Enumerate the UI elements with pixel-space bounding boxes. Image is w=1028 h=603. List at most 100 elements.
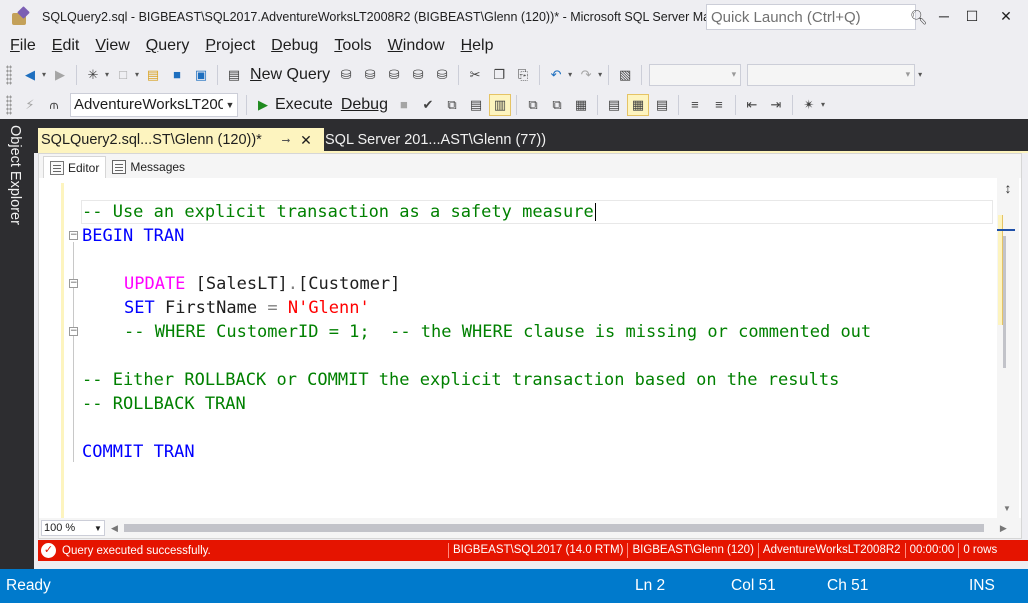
menu-edit[interactable]: Edit	[44, 34, 88, 58]
new-project-icon[interactable]: ✳	[82, 64, 104, 86]
menu-view[interactable]: View	[87, 34, 137, 58]
available-databases-dropdown[interactable]: AdventureWorksLT2008R2 ▼	[70, 92, 238, 117]
activity-monitor-icon[interactable]: ▧	[614, 64, 636, 86]
results-to-text-icon[interactable]: ▤	[603, 94, 625, 116]
toolbar-grip[interactable]	[6, 64, 12, 85]
results-to-grid-icon[interactable]: ▦	[626, 93, 649, 116]
menu-window[interactable]: Window	[380, 34, 453, 58]
query-options-icon[interactable]: ▤	[465, 94, 487, 116]
back-icon[interactable]: ◀	[19, 64, 41, 86]
undo-icon[interactable]: ↶	[545, 64, 567, 86]
cut-icon[interactable]: ✂	[464, 64, 486, 86]
solution-platform-dropdown[interactable]: ▾	[747, 63, 916, 86]
dmx-query-icon[interactable]: ⛁	[383, 64, 405, 86]
cancel-query-icon[interactable]: ■	[393, 94, 415, 116]
quick-launch-box[interactable]: 🔍︎	[706, 4, 928, 30]
connect-icon[interactable]: ⚡	[19, 94, 41, 116]
copy-icon[interactable]: ❐	[488, 64, 510, 86]
debug-button[interactable]: Debug	[341, 96, 388, 114]
toolbar-separator	[458, 64, 460, 85]
new-query-button[interactable]: New Query	[250, 66, 330, 84]
menu-debug[interactable]: Debug	[263, 34, 326, 58]
db-engine-query-icon[interactable]: ⛁	[335, 64, 357, 86]
add-item-icon[interactable]: □	[112, 64, 134, 86]
editor-icon	[50, 160, 64, 175]
toolbar-separator	[677, 94, 679, 115]
mdx-query-icon[interactable]: ⛁	[359, 64, 381, 86]
scroll-down-icon[interactable]: ▼	[1003, 504, 1011, 513]
redo-icon[interactable]: ↷	[575, 64, 597, 86]
new-query-icon[interactable]: ▤	[223, 64, 245, 86]
collapse-icon[interactable]: −	[69, 327, 78, 336]
maximize-button[interactable]: ☐	[954, 4, 990, 28]
comment-out-icon[interactable]: ≡	[684, 94, 706, 116]
include-actual-plan-icon[interactable]: ⧉	[522, 94, 544, 116]
tab-editor[interactable]: Editor	[43, 156, 107, 178]
collapse-icon[interactable]: −	[69, 279, 78, 288]
tab-messages[interactable]: Messages	[106, 156, 191, 178]
status-server: BIGBEAST\SQL2017 (14.0 RTM)	[448, 543, 627, 558]
split-window-icon[interactable]: ↕	[1001, 181, 1015, 195]
quick-launch-input[interactable]	[707, 5, 910, 29]
solution-config-dropdown[interactable]: ▾	[649, 63, 742, 86]
filter-icon[interactable]: ⫙	[43, 94, 65, 116]
menu-project[interactable]: Project	[197, 34, 263, 58]
client-statistics-icon[interactable]: ▦	[570, 94, 592, 116]
editor-subtabs: Editor Messages	[39, 154, 1021, 178]
back-dropdown-icon[interactable]: ▾	[42, 70, 46, 79]
menu-file[interactable]: File	[2, 34, 44, 58]
code-line-6: -- WHERE CustomerID = 1; -- the WHERE cl…	[124, 322, 872, 342]
toolbar-overflow-icon[interactable]: ▾	[918, 70, 922, 79]
add-item-dropdown-icon[interactable]: ▾	[135, 70, 139, 79]
menu-help[interactable]: Help	[453, 34, 502, 58]
collapse-icon[interactable]: −	[69, 231, 78, 240]
vertical-scrollbar[interactable]: ↕ ▼	[997, 178, 1019, 518]
live-query-stats-icon[interactable]: ⧉	[546, 94, 568, 116]
code-editor[interactable]: − − − -- Use an explicit transaction as …	[39, 178, 995, 518]
scroll-right-icon[interactable]: ▶	[1000, 523, 1007, 534]
save-all-icon[interactable]: ▣	[190, 64, 212, 86]
horizontal-scroll-thumb[interactable]	[123, 524, 984, 532]
object-explorer-tab[interactable]: Object Explorer	[7, 125, 23, 225]
query-status-bar: ✓ Query executed successfully. BIGBEAST\…	[38, 540, 1028, 561]
pin-icon[interactable]: ⭢	[276, 134, 296, 147]
tab-sql-server-2017[interactable]: SQL Server 201...AST\Glenn (77))	[324, 128, 564, 152]
toolbar-separator	[539, 64, 541, 85]
new-project-dropdown-icon[interactable]: ▾	[105, 70, 109, 79]
close-tab-icon[interactable]: ✕	[296, 132, 316, 149]
vertical-scroll-thumb[interactable]	[1003, 236, 1006, 368]
chevron-down-icon: ▼	[225, 99, 235, 110]
increase-indent-icon[interactable]: ⇥	[765, 94, 787, 116]
execute-button[interactable]: Execute	[275, 96, 333, 114]
redo-dropdown-icon[interactable]: ▾	[598, 70, 602, 79]
status-line: Ln 2	[635, 577, 666, 594]
intellisense-icon[interactable]: ▥	[488, 93, 511, 116]
zoom-dropdown[interactable]: 100 % ▼	[41, 520, 105, 536]
close-window-button[interactable]: ✕	[988, 4, 1024, 28]
save-icon[interactable]: ■	[166, 64, 188, 86]
menu-tools[interactable]: Tools	[326, 34, 379, 58]
display-plan-icon[interactable]: ⧉	[441, 94, 463, 116]
scroll-left-icon[interactable]: ◀	[111, 523, 118, 534]
menu-query[interactable]: Query	[138, 34, 198, 58]
status-insert-mode: INS	[969, 577, 995, 594]
toolbar-grip[interactable]	[6, 94, 12, 115]
code-line-11: COMMIT TRAN	[82, 442, 195, 462]
paste-icon[interactable]: ⎘	[512, 64, 534, 86]
decrease-indent-icon[interactable]: ⇤	[741, 94, 763, 116]
forward-icon[interactable]: ▶	[49, 64, 71, 86]
toolbar-separator	[76, 64, 78, 85]
toolbar-separator	[608, 64, 610, 85]
execute-icon[interactable]: ▶	[252, 94, 274, 116]
dax-query-icon[interactable]: ⛁	[431, 64, 453, 86]
parse-icon[interactable]: ✔	[417, 94, 439, 116]
toolbar-overflow-icon[interactable]: ▾	[821, 100, 825, 109]
undo-dropdown-icon[interactable]: ▾	[568, 70, 572, 79]
results-to-file-icon[interactable]: ▤	[651, 94, 673, 116]
query-editor-pane: Editor Messages − − − -- Use an explicit…	[38, 153, 1022, 539]
xmla-query-icon[interactable]: ⛁	[407, 64, 429, 86]
tab-sqlquery2[interactable]: SQLQuery2.sql...ST\Glenn (120))* ⭢ ✕	[38, 128, 324, 152]
specify-template-values-icon[interactable]: ✴	[798, 94, 820, 116]
uncomment-icon[interactable]: ≡	[708, 94, 730, 116]
open-file-icon[interactable]: ▤	[142, 64, 164, 86]
